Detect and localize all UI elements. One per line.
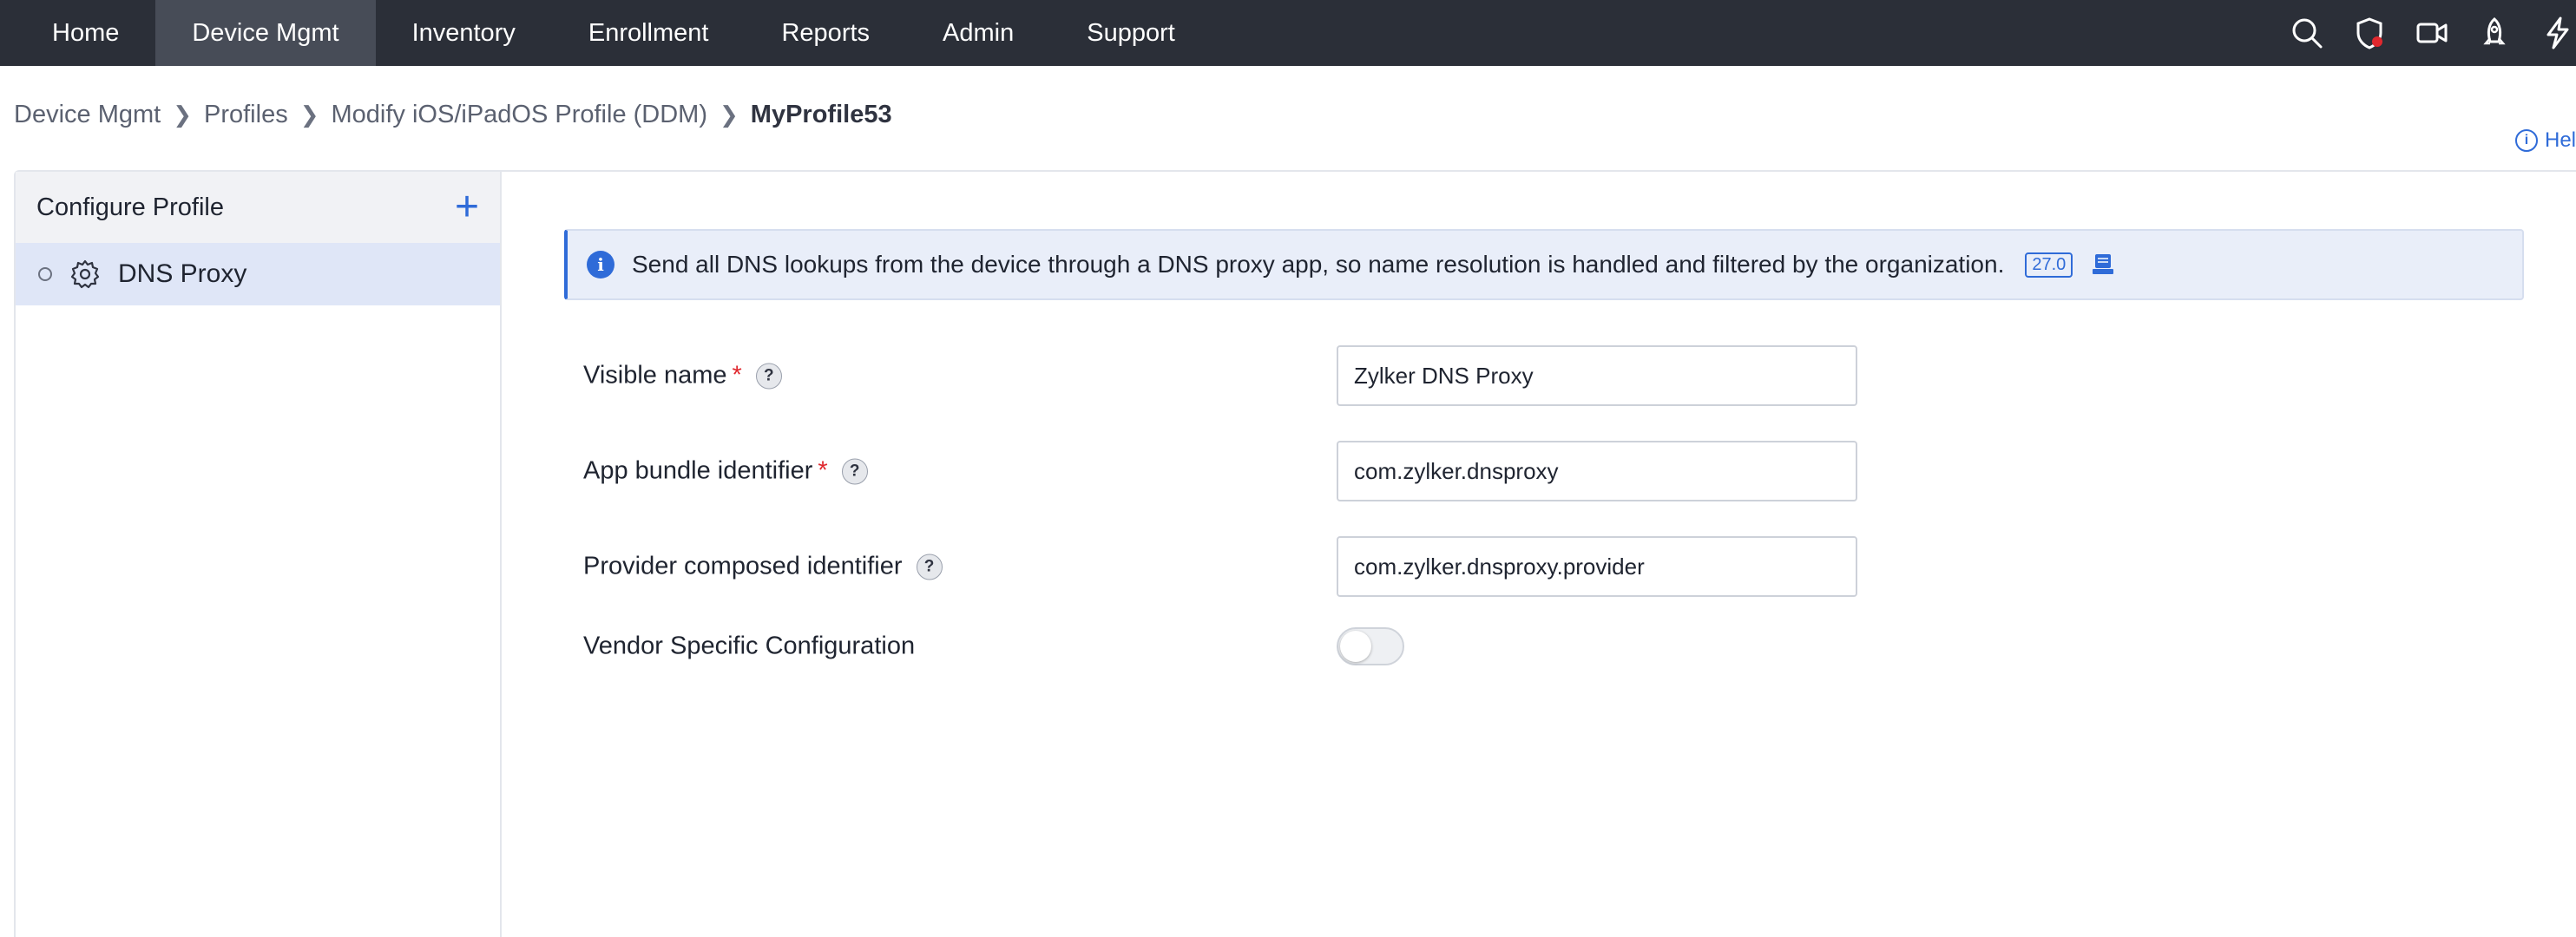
version-badge: 27.0 <box>2025 252 2073 278</box>
main-container: Configure Profile + DNS Proxy i Send all… <box>14 170 2576 937</box>
tab-admin[interactable]: Admin <box>906 0 1050 66</box>
sidebar-item-label: DNS Proxy <box>118 259 247 288</box>
tab-reports[interactable]: Reports <box>745 0 906 66</box>
required-marker: * <box>732 361 742 390</box>
provider-input[interactable] <box>1337 536 1857 597</box>
help-link[interactable]: i Hel <box>2514 128 2576 153</box>
form-row-vendor: Vendor Specific Configuration <box>583 616 1972 677</box>
banner-text: Send all DNS lookups from the device thr… <box>632 251 2005 278</box>
app-bundle-label-text: App bundle identifier <box>583 456 813 485</box>
status-dot-icon <box>38 267 52 281</box>
info-icon: i <box>587 251 614 278</box>
top-nav: Home Device Mgmt Inventory Enrollment Re… <box>0 0 2576 66</box>
required-marker: * <box>818 456 828 485</box>
breadcrumb-current: MyProfile53 <box>750 100 892 128</box>
tab-device-mgmt[interactable]: Device Mgmt <box>155 0 376 66</box>
visible-name-label: Visible name * ? <box>583 362 782 390</box>
tab-support[interactable]: Support <box>1050 0 1212 66</box>
shield-alert-icon[interactable] <box>2350 14 2389 52</box>
visible-name-input[interactable] <box>1337 345 1857 406</box>
vendor-label-text: Vendor Specific Configuration <box>583 632 916 660</box>
chevron-right-icon: ❯ <box>173 101 192 128</box>
breadcrumb-device-mgmt[interactable]: Device Mgmt <box>14 101 161 129</box>
help-label: Hel <box>2544 128 2576 152</box>
help-icon[interactable]: ? <box>755 363 782 389</box>
breadcrumb: Device Mgmt ❯ Profiles ❯ Modify iOS/iPad… <box>14 97 892 132</box>
add-icon[interactable]: + <box>455 187 479 228</box>
info-banner: i Send all DNS lookups from the device t… <box>564 229 2524 300</box>
form-row-app-bundle: App bundle identifier * ? <box>583 441 1972 501</box>
vendor-label: Vendor Specific Configuration <box>583 632 915 661</box>
chevron-right-icon: ❯ <box>299 101 319 128</box>
visible-name-label-text: Visible name <box>583 361 727 390</box>
breadcrumb-modify-profile[interactable]: Modify iOS/iPadOS Profile (DDM) <box>332 101 708 129</box>
chevron-right-icon: ❯ <box>720 101 739 128</box>
sidebar-header: Configure Profile + <box>16 172 500 243</box>
gear-icon <box>70 259 100 289</box>
app-bundle-label: App bundle identifier * ? <box>583 457 868 486</box>
tab-inventory[interactable]: Inventory <box>376 0 552 66</box>
ios-device-icon <box>2093 254 2114 274</box>
help-icon[interactable]: ? <box>841 458 868 484</box>
lightning-icon[interactable] <box>2538 14 2576 52</box>
sidebar-item-dns-proxy[interactable]: DNS Proxy <box>16 243 500 305</box>
tab-enrollment[interactable]: Enrollment <box>552 0 746 66</box>
provider-label-text: Provider composed identifier <box>583 552 903 580</box>
info-icon: i <box>2514 129 2538 152</box>
sidebar-title: Configure Profile <box>36 193 224 221</box>
search-icon[interactable] <box>2288 14 2326 52</box>
rocket-icon[interactable] <box>2475 14 2514 52</box>
breadcrumb-profiles[interactable]: Profiles <box>204 101 288 129</box>
form-row-provider: Provider composed identifier ? <box>583 536 1972 597</box>
form-row-visible-name: Visible name * ? <box>583 345 1972 406</box>
content-panel: i Send all DNS lookups from the device t… <box>503 172 2576 937</box>
vendor-config-toggle[interactable] <box>1337 627 1404 665</box>
tab-home[interactable]: Home <box>0 0 155 66</box>
sidebar: Configure Profile + DNS Proxy <box>16 172 502 937</box>
nav-right-icons <box>2288 0 2576 66</box>
provider-label: Provider composed identifier ? <box>583 553 943 581</box>
video-icon[interactable] <box>2413 14 2451 52</box>
toggle-knob <box>1340 631 1371 662</box>
help-icon[interactable]: ? <box>916 554 943 580</box>
app-bundle-input[interactable] <box>1337 441 1857 501</box>
